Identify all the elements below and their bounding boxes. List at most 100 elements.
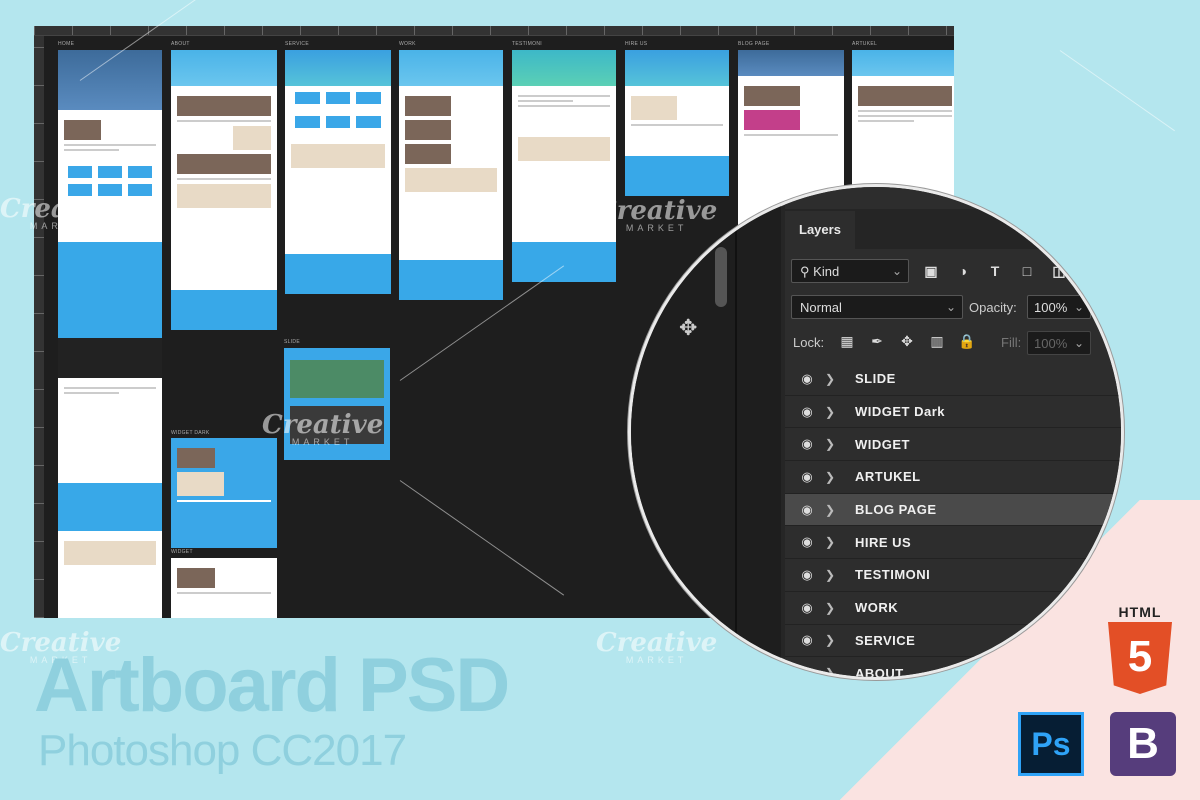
chevron-right-icon[interactable]: ❯ [825, 601, 845, 615]
panel-divider [735, 187, 737, 677]
filter-kind-select[interactable]: ⚲ Kind ⌄ [791, 259, 909, 283]
tab-layers[interactable]: Layers [785, 211, 855, 249]
opacity-field[interactable]: 100% ⌄ [1027, 295, 1091, 319]
layer-row-blog-page[interactable]: ◉ ❯ BLOG PAGE [785, 493, 1121, 527]
html5-logo: HTML 5 [1104, 604, 1176, 694]
artboard-label-work: WORK [399, 41, 416, 47]
visibility-eye-icon[interactable]: ◉ [797, 567, 817, 583]
layers-list: ◉ ❯ SLIDE ◉ ❯ WIDGET Dark ◉ ❯ WIDGET ◉ ❯ ARTUKEL… [785, 363, 1121, 680]
blend-mode-select[interactable]: Normal ⌄ [791, 295, 963, 319]
chevron-right-icon[interactable]: ❯ [825, 503, 845, 517]
layer-row-widget-dark[interactable]: ◉ ❯ WIDGET Dark [785, 396, 1121, 429]
smart-object-filter-icon[interactable]: ◫ [1049, 261, 1069, 281]
artboard-about[interactable] [171, 50, 277, 330]
type-filter-icon[interactable]: T [985, 261, 1005, 281]
artboard-home[interactable] [58, 50, 162, 618]
image-filter-icon[interactable]: ▣ [921, 261, 941, 281]
layer-row-work[interactable]: ◉ ❯ WORK [785, 592, 1121, 625]
layer-row-slide[interactable]: ◉ ❯ SLIDE [785, 363, 1121, 396]
layer-row-widget[interactable]: ◉ ❯ WIDGET [785, 428, 1121, 462]
chevron-right-icon[interactable]: ❯ [825, 633, 845, 647]
layer-name: BLOG PAGE [855, 502, 937, 518]
artboard-testimoni[interactable] [512, 50, 616, 282]
chevron-right-icon[interactable]: ❯ [825, 372, 845, 386]
photoshop-logo: Ps [1018, 712, 1084, 776]
artboard-label-slide: SLIDE [284, 339, 300, 345]
artboard-label-widget-dark: WIDGET Dark [171, 430, 210, 436]
opacity-value: 100% [1034, 300, 1068, 315]
visibility-eye-icon[interactable]: ◉ [797, 502, 817, 518]
html5-logo-label: HTML [1118, 604, 1162, 620]
artboard-widget[interactable] [171, 558, 277, 618]
artboard-hire-us[interactable] [625, 50, 729, 196]
visibility-eye-icon[interactable]: ◉ [797, 534, 817, 550]
lock-paint-icon[interactable]: ✒ [867, 331, 887, 351]
layer-row-testimoni[interactable]: ◉ ❯ TESTIMONI [785, 559, 1121, 592]
layer-name: WIDGET [855, 436, 910, 452]
lock-artboard-icon[interactable]: ▥ [927, 331, 947, 351]
visibility-eye-icon[interactable]: ◉ [797, 404, 817, 420]
move-cursor-icon: ✥ [679, 315, 698, 340]
layer-name: WIDGET Dark [855, 404, 946, 420]
layer-name: HIRE US [855, 534, 912, 550]
layer-row-hire-us[interactable]: ◉ ❯ HIRE US [785, 526, 1121, 560]
visibility-eye-icon[interactable]: ◉ [797, 600, 817, 616]
visibility-eye-icon[interactable]: ◉ [797, 632, 817, 648]
adjustment-filter-icon[interactable]: ◑ [953, 261, 973, 281]
fill-field[interactable]: 100% ⌄ [1027, 331, 1091, 355]
layer-name: TESTIMONI [855, 567, 931, 583]
ruler-vertical [34, 36, 44, 618]
layer-row-about[interactable]: ◉ ❯ ABOUT [785, 657, 1121, 680]
chevron-right-icon[interactable]: ❯ [825, 568, 845, 582]
chevron-right-icon[interactable]: ❯ [825, 470, 845, 484]
chevron-down-icon: ⌄ [1073, 336, 1084, 350]
artboard-label-widget: WIDGET [171, 549, 193, 555]
lock-label: Lock: [793, 335, 825, 350]
layer-row-service[interactable]: ◉ ❯ SERVICE [785, 625, 1121, 658]
visibility-eye-icon[interactable]: ◉ [797, 436, 817, 452]
fill-value: 100% [1034, 336, 1068, 351]
chevron-right-icon[interactable]: ❯ [825, 437, 845, 451]
layers-panel: Layers ⚲ Kind ⌄ ▣ ◑ T □ ◫ Normal ⌄ Opaci… [785, 187, 1121, 680]
artboard-widget-dark[interactable] [171, 438, 277, 548]
lock-transparent-icon[interactable]: ▦ [837, 331, 857, 351]
html5-shield-icon: 5 [1108, 622, 1172, 694]
lock-position-icon[interactable]: ✥ [897, 331, 917, 351]
artboard-label-hire-us: HIRE US [625, 41, 648, 47]
page-subtitle: Photoshop CC2017 [38, 726, 407, 775]
magnifier-circle: ✥ Layers ⚲ Kind ⌄ ▣ ◑ T □ ◫ Normal ⌄ Opa… [628, 184, 1124, 680]
page-title: Artboard PSD [34, 643, 510, 728]
chevron-right-icon[interactable]: ❯ [825, 535, 845, 549]
layer-name: ABOUT [855, 665, 904, 680]
chevron-down-icon: ⌄ [945, 300, 956, 314]
canvas-scrollbar[interactable] [715, 247, 727, 307]
watermark-creative-market: CreativeMARKET [262, 410, 384, 447]
filter-icons: ▣ ◑ T □ ◫ [921, 261, 1069, 281]
artboard-label-blog-page: BLOG PAGE [738, 41, 770, 47]
visibility-eye-icon[interactable]: ◉ [797, 371, 817, 387]
filter-kind-label: Kind [813, 264, 840, 279]
layer-name: WORK [855, 600, 899, 616]
visibility-eye-icon[interactable]: ◉ [797, 469, 817, 485]
artboard-service[interactable] [285, 50, 391, 294]
watermark-creative-market: CreativeMARKET [0, 194, 122, 231]
watermark-line [1059, 50, 1175, 132]
chevron-right-icon[interactable]: ❯ [825, 405, 845, 419]
chevron-down-icon: ⌄ [1073, 300, 1084, 314]
fill-label: Fill: [1001, 335, 1022, 350]
ruler-horizontal [34, 26, 954, 36]
search-icon: ⚲ [800, 264, 810, 279]
lock-icons: ▦ ✒ ✥ ▥ 🔒 [837, 331, 977, 351]
opacity-label: Opacity: [969, 300, 1017, 315]
blend-mode-label: Normal [800, 300, 842, 315]
artboard-label-about: ABOUT [171, 41, 190, 47]
layer-row-artukel[interactable]: ◉ ❯ ARTUKEL [785, 461, 1121, 494]
lock-all-icon[interactable]: 🔒 [957, 331, 977, 351]
canvas-zoomed-area [631, 187, 781, 677]
chevron-down-icon: ⌄ [891, 264, 902, 278]
shape-filter-icon[interactable]: □ [1017, 261, 1037, 281]
artboard-label-testimoni: TESTIMONI [512, 41, 542, 47]
artboard-work[interactable] [399, 50, 503, 300]
layer-name: SLIDE [855, 371, 896, 387]
artboard-label-artukel: ARTUKEL [852, 41, 878, 47]
